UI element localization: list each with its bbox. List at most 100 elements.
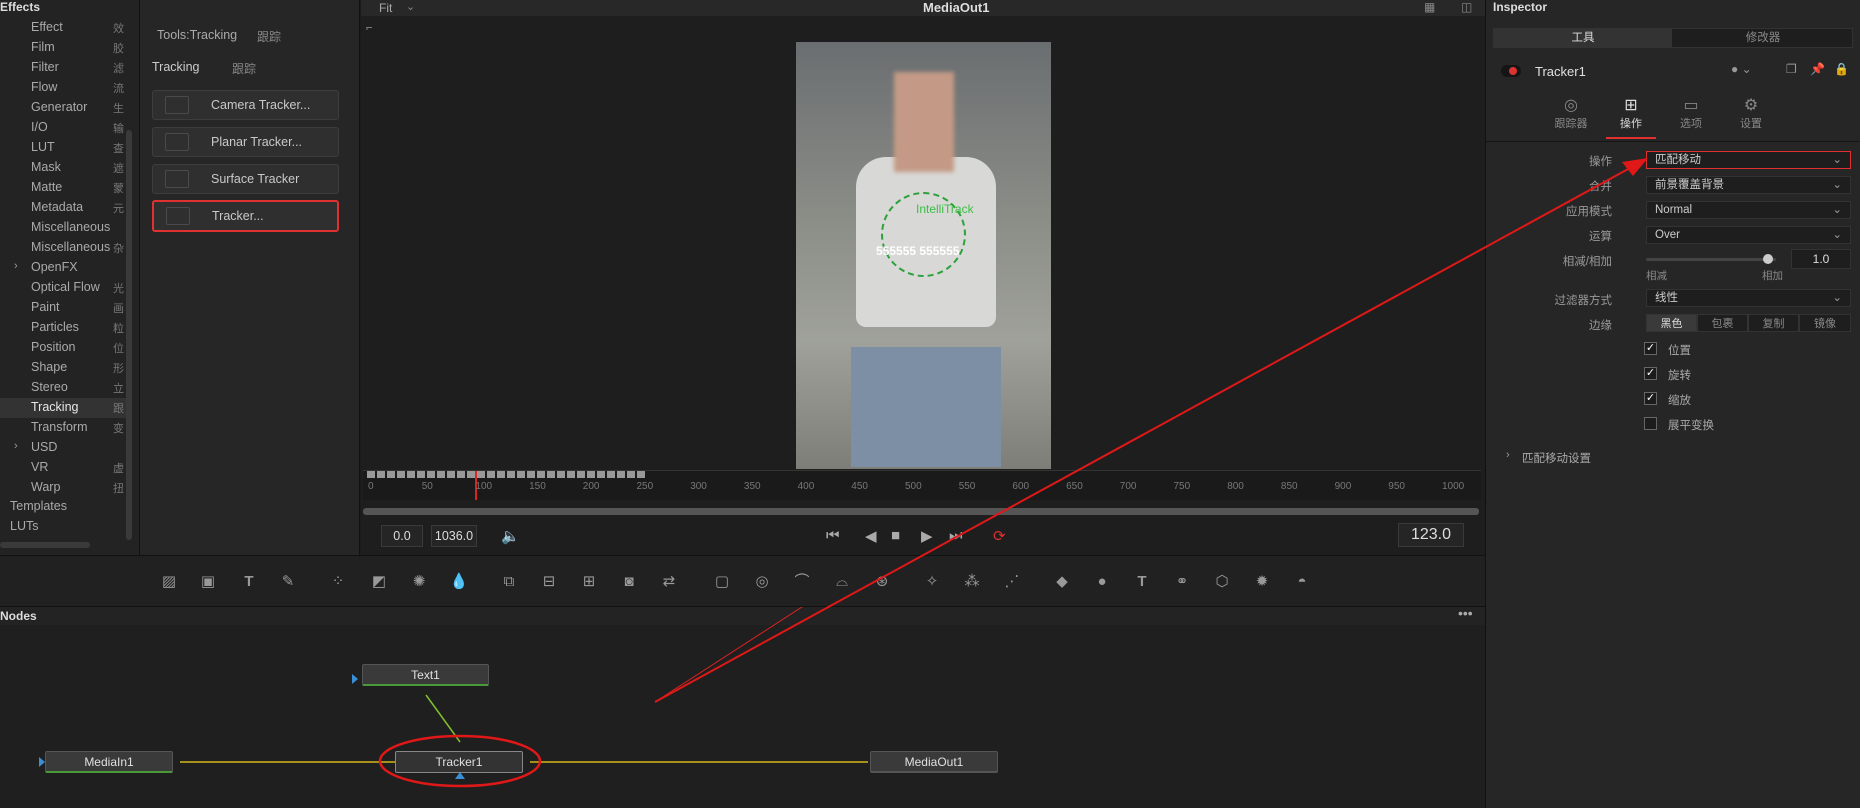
tab-modifiers[interactable]: 修改器: [1674, 29, 1852, 47]
light3d-icon[interactable]: ✹: [1251, 571, 1273, 593]
tab-tools[interactable]: 工具: [1494, 29, 1672, 47]
effects-category[interactable]: Miscellaneous 杂: [31, 240, 124, 255]
subtract-add-slider[interactable]: [1646, 254, 1776, 264]
surface-tracker-button[interactable]: Surface Tracker: [152, 164, 339, 194]
background-tool-icon[interactable]: ▨: [158, 571, 180, 593]
subtab-tracker[interactable]: ◎ 跟踪器: [1546, 95, 1596, 131]
node-mediain1[interactable]: MediaIn1: [45, 751, 173, 773]
effects-category[interactable]: I/O 输: [31, 120, 124, 135]
corner-handle-icon[interactable]: ⌐: [366, 22, 372, 34]
operation-dropdown[interactable]: 匹配移动 ⌄: [1646, 151, 1851, 169]
effects-scrollbar[interactable]: [126, 130, 132, 540]
node-mediaout1[interactable]: MediaOut1: [870, 751, 998, 773]
effects-category[interactable]: OpenFX: [31, 260, 78, 274]
match-move-settings[interactable]: 匹配移动设置: [1522, 450, 1591, 466]
shape3d-icon[interactable]: ●: [1091, 571, 1113, 593]
nodes-panel[interactable]: Nodes ••• Text1 MediaIn1 Tracker1 MediaO…: [0, 605, 1485, 808]
camera3d-icon[interactable]: ⬡: [1211, 571, 1233, 593]
viewer-more-icon[interactable]: ◫: [1461, 0, 1472, 14]
loader-icon[interactable]: ◙: [618, 571, 640, 593]
effects-category[interactable]: Film 胶: [31, 40, 124, 55]
effects-category[interactable]: USD: [31, 440, 57, 454]
brightness-icon[interactable]: ✺: [408, 571, 430, 593]
start-time-field[interactable]: 0.0: [381, 525, 423, 547]
effects-category[interactable]: Mask 遮: [31, 160, 124, 175]
effects-category[interactable]: Metadata 元: [31, 200, 124, 215]
play-icon[interactable]: ▶: [921, 527, 933, 545]
effects-hscrollbar[interactable]: [0, 542, 90, 548]
merge3d-icon[interactable]: ⚭: [1171, 571, 1193, 593]
node-color-dot-icon[interactable]: ● ⌄: [1731, 62, 1752, 76]
effects-category[interactable]: LUT 查: [31, 140, 124, 155]
paint-tool-icon[interactable]: ✎: [277, 571, 299, 593]
effects-category[interactable]: Matte 蒙: [31, 180, 124, 195]
subtab-operation[interactable]: ⊞ 操作: [1606, 95, 1656, 139]
checkbox[interactable]: ✓: [1644, 342, 1657, 355]
node-text1[interactable]: Text1: [362, 664, 489, 686]
current-time-field[interactable]: 123.0: [1398, 523, 1464, 547]
edge-black[interactable]: 黑色: [1646, 314, 1697, 332]
effects-category[interactable]: Particles 粒: [31, 320, 124, 335]
checkbox[interactable]: [1644, 417, 1657, 430]
image-plane-icon[interactable]: ◆: [1051, 571, 1073, 593]
node-tracker1[interactable]: Tracker1: [395, 751, 523, 773]
lock-icon[interactable]: 🔒: [1834, 62, 1849, 76]
tracker-button[interactable]: Tracker...: [152, 200, 339, 232]
emitter-icon[interactable]: ✧: [921, 571, 943, 593]
node-enable-toggle[interactable]: [1501, 65, 1521, 77]
effects-category[interactable]: Transform 变: [31, 420, 124, 435]
ellipse-mask-icon[interactable]: ◎: [751, 571, 773, 593]
stop-icon[interactable]: ■: [891, 527, 900, 544]
text-tool-icon[interactable]: T: [238, 571, 260, 593]
transform-tool-icon[interactable]: ⇄: [658, 571, 680, 593]
mediain-tool-icon[interactable]: ▣: [197, 571, 219, 593]
effects-category[interactable]: Paint 画: [31, 300, 124, 315]
edge-wrap[interactable]: 包裹: [1697, 314, 1748, 332]
video-frame[interactable]: IntelliTrack 555555 555555: [796, 42, 1051, 469]
slider-handle[interactable]: [1763, 254, 1774, 264]
renderer3d-icon[interactable]: ◓: [1291, 571, 1313, 593]
loop-icon[interactable]: ⟳: [993, 527, 1006, 545]
rectangle-mask-icon[interactable]: ▢: [711, 571, 733, 593]
matte-control-icon[interactable]: ⊞: [578, 571, 600, 593]
chevron-right-icon[interactable]: ›: [1506, 449, 1510, 461]
go-to-start-icon[interactable]: ⏮: [826, 527, 840, 544]
merge-tool-icon[interactable]: ⧉: [498, 571, 520, 593]
checkbox[interactable]: ✓: [1644, 367, 1657, 380]
effects-category[interactable]: Shape 形: [31, 360, 124, 375]
timeline-ruler[interactable]: 0 50 100 150 200 250 300 350 400 450 500 550 600 650 7…: [363, 470, 1481, 500]
planar-tracker-button[interactable]: Planar Tracker...: [152, 127, 339, 157]
bspline-mask-icon[interactable]: ⌓: [831, 571, 853, 593]
fit-chevron-icon[interactable]: ⌄: [406, 0, 415, 13]
effects-category[interactable]: Flow 流: [31, 80, 124, 95]
effects-category[interactable]: Tracking 跟: [31, 400, 124, 415]
apply-mode-dropdown[interactable]: Normal ⌄: [1646, 201, 1851, 219]
filter-dropdown[interactable]: 线性 ⌄: [1646, 289, 1851, 307]
effects-category[interactable]: Filter 滤: [31, 60, 124, 75]
effects-category[interactable]: Stereo 立: [31, 380, 124, 395]
subtab-settings[interactable]: ⚙ 设置: [1726, 95, 1776, 131]
pixel-icon[interactable]: ⁂: [961, 571, 983, 593]
play-reverse-icon[interactable]: ◀: [865, 527, 877, 545]
operator-dropdown[interactable]: Over ⌄: [1646, 226, 1851, 244]
edge-mirror[interactable]: 镜像: [1799, 314, 1851, 332]
go-to-end-icon[interactable]: ⏭: [949, 527, 963, 544]
timeline-scrollbar[interactable]: [363, 508, 1479, 515]
subtab-options[interactable]: ▭ 选项: [1666, 95, 1716, 131]
node-window-icon[interactable]: ❐: [1786, 62, 1797, 76]
tracker-tool-icon[interactable]: ⊛: [871, 571, 893, 593]
render-icon[interactable]: ⋰: [1001, 571, 1023, 593]
audio-icon[interactable]: 🔈: [501, 527, 520, 545]
end-time-field[interactable]: 1036.0: [431, 525, 477, 547]
effects-category[interactable]: Effect 效: [31, 20, 124, 35]
edge-duplicate[interactable]: 复制: [1748, 314, 1799, 332]
effects-category[interactable]: Miscellaneous: [31, 220, 110, 234]
effects-category[interactable]: Optical Flow 光: [31, 280, 124, 295]
expand-chevron-icon[interactable]: ›: [14, 440, 18, 452]
subtract-add-value-field[interactable]: 1.0: [1791, 249, 1851, 269]
checkbox[interactable]: ✓: [1644, 392, 1657, 405]
text3d-icon[interactable]: T: [1131, 571, 1153, 593]
effects-category[interactable]: Warp 扭: [31, 480, 124, 495]
camera-tracker-button[interactable]: Camera Tracker...: [152, 90, 339, 120]
fit-dropdown[interactable]: Fit: [379, 1, 392, 15]
